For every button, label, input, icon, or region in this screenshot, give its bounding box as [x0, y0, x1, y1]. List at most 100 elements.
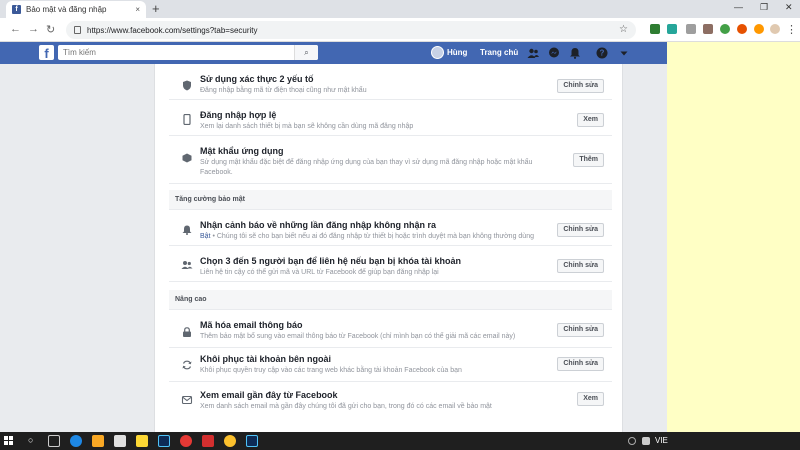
new-tab-button[interactable]: + — [152, 2, 160, 16]
friends-icon — [181, 261, 193, 269]
facebook-logo-icon[interactable]: f — [39, 45, 54, 61]
friend-requests-icon[interactable] — [527, 47, 539, 59]
bookmark-star-icon[interactable]: ☆ — [619, 24, 628, 35]
record-app-icon[interactable] — [180, 435, 192, 447]
network-icon[interactable] — [642, 437, 650, 445]
list-item: Sử dụng xác thực 2 yếu tố Đăng nhập bằng… — [169, 68, 612, 100]
add-button[interactable]: Thêm — [573, 153, 604, 167]
help-icon[interactable]: ? — [596, 47, 608, 59]
yellow-side-panel — [667, 64, 800, 432]
list-item: Khôi phục tài khoản bên ngoài Khôi phục … — [169, 348, 612, 382]
file-explorer-icon[interactable] — [92, 435, 104, 447]
url-text: https://www.facebook.com/settings?tab=se… — [87, 25, 258, 35]
reload-icon[interactable]: ↻ — [46, 23, 55, 36]
tab-title: Bảo mật và đăng nhập — [26, 5, 107, 14]
edit-button[interactable]: Chỉnh sửa — [557, 323, 604, 337]
list-item: Nhận cảnh báo về những lần đăng nhập khô… — [169, 210, 612, 246]
row-desc: Bật • Chúng tôi sẽ cho bạn biết nếu ai đ… — [200, 232, 534, 242]
chrome-menu-icon[interactable]: ⋮ — [786, 23, 797, 36]
svg-text:?: ? — [600, 49, 605, 58]
chevron-down-icon[interactable] — [618, 47, 630, 59]
edit-button[interactable]: Chỉnh sửa — [557, 357, 604, 371]
back-icon[interactable]: ← — [10, 23, 21, 35]
row-desc: Liên hệ tin cậy có thể gửi mã và URL từ … — [200, 269, 439, 276]
row-title: Mã hóa email thông báo — [200, 320, 303, 330]
tab-close-icon[interactable]: × — [135, 5, 140, 14]
extension-brown-icon[interactable] — [703, 24, 713, 34]
row-title: Nhận cảnh báo về những lần đăng nhập khô… — [200, 220, 437, 230]
row-desc: Thêm bảo mật bổ sung vào email thông báo… — [200, 333, 516, 340]
notifications-icon[interactable] — [569, 47, 581, 59]
photoshop-icon-2[interactable] — [246, 435, 258, 447]
extension-green-icon[interactable] — [720, 24, 730, 34]
profile-link[interactable]: Hùng — [447, 48, 467, 57]
list-item: Mật khẩu ứng dụng Sử dụng mật khẩu đặc b… — [169, 136, 612, 184]
row-desc: Khôi phục quyền truy cập vào các trang w… — [200, 367, 462, 374]
enabled-status-link[interactable]: Bật — [200, 233, 211, 240]
edit-button[interactable]: Chỉnh sửa — [557, 79, 604, 93]
folder-icon[interactable] — [136, 435, 148, 447]
store-icon[interactable] — [114, 435, 126, 447]
lock-icon — [183, 327, 191, 337]
phone-icon — [183, 114, 191, 125]
search-icon[interactable]: ⌕ — [294, 45, 318, 60]
windows-taskbar: ○ VIE — [0, 432, 800, 450]
people-icon[interactable] — [628, 437, 636, 445]
section-header-advanced: Nâng cao — [169, 290, 612, 310]
list-item: Đăng nhập hợp lệ Xem lại danh sách thiết… — [169, 100, 612, 136]
facebook-header: f ⌕ Hùng Trang chủ ? — [0, 42, 667, 64]
mail-icon — [181, 396, 193, 404]
yellow-panel-top — [667, 42, 800, 64]
row-desc: Xem lại danh sách thiết bị mà bạn sẽ khô… — [200, 123, 414, 130]
row-desc-continued: Facebook. — [200, 169, 233, 176]
extension-v-icon[interactable] — [650, 24, 660, 34]
messenger-icon[interactable] — [548, 47, 560, 59]
list-item: Mã hóa email thông báo Thêm bảo mật bổ s… — [169, 314, 612, 348]
section-header-enhanced: Tăng cường bảo mật — [169, 190, 612, 210]
extension-cookie-icon[interactable] — [754, 24, 764, 34]
row-title: Xem email gần đây từ Facebook — [200, 390, 338, 400]
search-icon[interactable]: ○ — [28, 435, 33, 445]
extension-teal-icon[interactable] — [667, 24, 677, 34]
row-title: Khôi phục tài khoản bên ngoài — [200, 354, 332, 364]
list-item: Xem email gần đây từ Facebook Xem danh s… — [169, 382, 612, 416]
photoshop-icon[interactable] — [158, 435, 170, 447]
row-title: Mật khẩu ứng dụng — [200, 146, 284, 156]
security-settings-panel: Sử dụng xác thực 2 yếu tố Đăng nhập bằng… — [154, 64, 623, 432]
close-window-button[interactable]: ✕ — [785, 2, 793, 13]
facebook-favicon-icon: f — [12, 5, 21, 14]
task-view-icon[interactable] — [48, 435, 60, 447]
row-title: Chọn 3 đến 5 người bạn để liên hệ nếu bạ… — [200, 256, 461, 266]
cube-icon — [182, 153, 192, 163]
row-desc: Đăng nhập bằng mã từ điện thoại cũng như… — [200, 87, 367, 94]
extension-orange-icon[interactable] — [737, 24, 747, 34]
row-desc: Sử dụng mật khẩu đặc biệt để đăng nhập ứ… — [200, 159, 533, 166]
bell-icon — [182, 225, 192, 235]
toolbar: ← → ↻ https://www.facebook.com/settings?… — [0, 18, 800, 42]
extension-gray-icon[interactable] — [686, 24, 696, 34]
edit-button[interactable]: Chỉnh sửa — [557, 223, 604, 237]
browser-tab[interactable]: f Bảo mật và đăng nhập × — [6, 1, 146, 18]
chrome-taskbar-icon[interactable] — [224, 435, 236, 447]
view-button[interactable]: Xem — [577, 113, 604, 127]
home-link[interactable]: Trang chủ — [480, 48, 518, 57]
language-indicator[interactable]: VIE — [655, 436, 668, 445]
profile-avatar-icon[interactable] — [770, 24, 780, 34]
row-desc: Xem danh sách email mà gần đây chúng tôi… — [200, 403, 492, 410]
tab-strip: f Bảo mật và đăng nhập × + — ❐ ✕ — [0, 0, 800, 18]
address-bar[interactable]: https://www.facebook.com/settings?tab=se… — [66, 21, 636, 39]
list-item: Chọn 3 đến 5 người bạn để liên hệ nếu bạ… — [169, 246, 612, 282]
shield-icon — [183, 80, 191, 91]
view-button[interactable]: Xem — [577, 392, 604, 406]
forward-icon[interactable]: → — [28, 23, 39, 35]
row-desc-text: • Chúng tôi sẽ cho bạn biết nếu ai đó đă… — [210, 233, 534, 240]
maximize-button[interactable]: ❐ — [760, 2, 768, 13]
edit-button[interactable]: Chỉnh sửa — [557, 259, 604, 273]
windows-start-icon[interactable] — [4, 436, 14, 446]
minimize-button[interactable]: — — [734, 2, 743, 12]
lock-icon — [74, 26, 81, 34]
pdf-app-icon[interactable] — [202, 435, 214, 447]
search-input[interactable] — [58, 45, 318, 60]
avatar[interactable] — [431, 46, 444, 59]
edge-icon[interactable] — [70, 435, 82, 447]
